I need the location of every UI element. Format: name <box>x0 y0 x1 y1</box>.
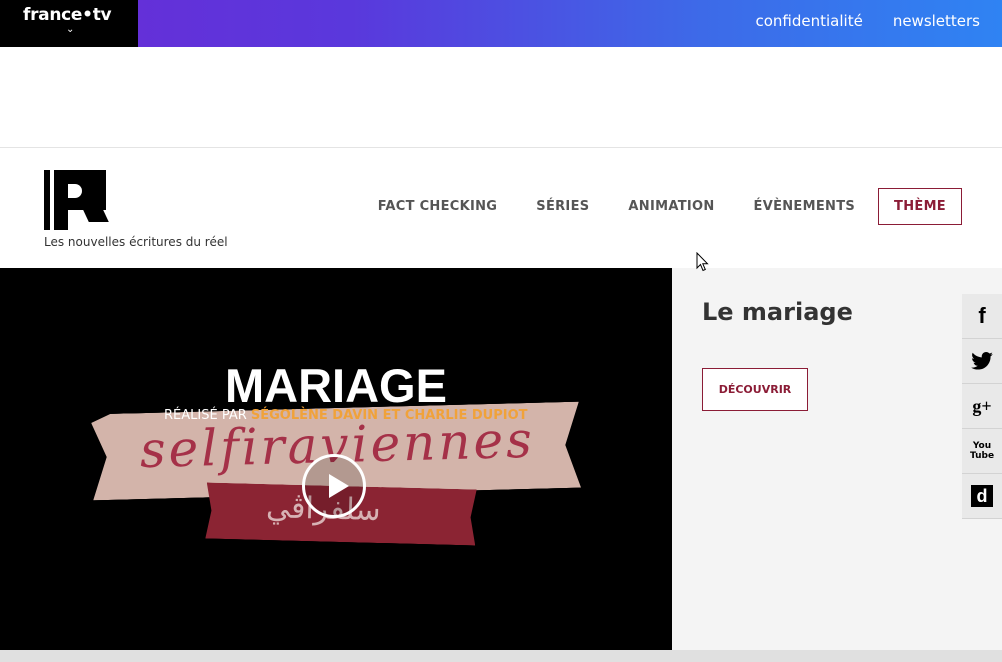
nav-animation[interactable]: ANIMATION <box>628 199 714 214</box>
credits-prefix: RÉALISÉ PAR <box>164 408 251 423</box>
mouse-cursor-icon <box>696 252 709 272</box>
ad-space <box>0 47 1002 148</box>
theme-button[interactable]: THÈME <box>878 188 962 225</box>
nav-evenements[interactable]: ÉVÈNEMENTS <box>754 199 856 214</box>
play-icon[interactable] <box>302 454 366 518</box>
newsletters-link[interactable]: newsletters <box>893 12 980 30</box>
twitter-icon[interactable] <box>962 339 1002 384</box>
google-plus-icon[interactable]: g+ <box>962 384 1002 429</box>
article-title: Le mariage <box>702 298 853 326</box>
bottom-strip <box>0 650 1002 662</box>
nav-fact-checking[interactable]: FACT CHECKING <box>378 199 498 214</box>
article-panel: Le mariage DÉCOUVRIR <box>672 268 1002 650</box>
site-header: Les nouvelles écritures du réel FACT CHE… <box>0 148 1002 268</box>
twitter-bird-svg <box>971 352 993 370</box>
play-triangle <box>329 474 349 498</box>
francetv-wordmark: france•tv <box>23 5 112 25</box>
video-credits: RÉALISÉ PAR SÉGOLÈNE DAVIN ET CHARLIE DU… <box>164 408 528 423</box>
credits-names: SÉGOLÈNE DAVIN ET CHARLIE DUPIOT <box>250 408 528 423</box>
site-tagline: Les nouvelles écritures du réel <box>44 235 228 249</box>
r-logo-bar <box>44 170 50 230</box>
dailymotion-icon[interactable]: d <box>962 474 1002 519</box>
top-bar: france•tv ⌄ confidentialité newsletters <box>0 0 1002 47</box>
r-logo-bowl <box>68 184 82 198</box>
r-logo-icon[interactable] <box>44 170 109 230</box>
decouvrir-button[interactable]: DÉCOUVRIR <box>702 368 808 411</box>
video-player[interactable]: MARIAGE selfiraviennes سلفراڤي RÉALISÉ P… <box>0 268 672 650</box>
francetv-logo[interactable]: france•tv ⌄ <box>0 0 138 47</box>
dailymotion-glyph: d <box>971 485 993 507</box>
youtube-icon[interactable]: You Tube <box>962 429 1002 474</box>
chevron-down-icon[interactable]: ⌄ <box>66 24 74 35</box>
nav-series[interactable]: SÉRIES <box>536 199 589 214</box>
top-links: confidentialité newsletters <box>755 12 980 30</box>
confidentialite-link[interactable]: confidentialité <box>755 12 862 30</box>
social-share-bar: f g+ You Tube d <box>962 294 1002 519</box>
main-nav: FACT CHECKING SÉRIES ANIMATION ÉVÈNEMENT… <box>339 188 962 225</box>
facebook-icon[interactable]: f <box>962 294 1002 339</box>
